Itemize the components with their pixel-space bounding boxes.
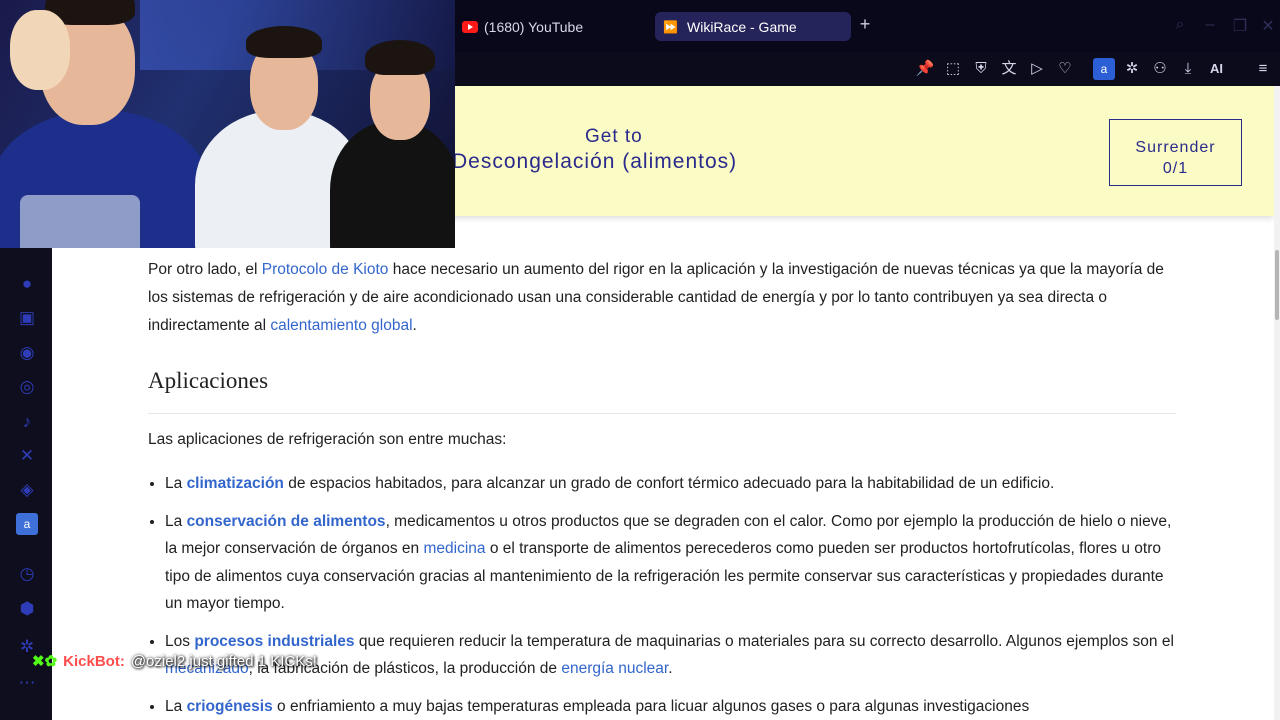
text-span: de espacios habitados, para alcanzar un …: [283, 475, 1055, 492]
x-icon[interactable]: ✕: [16, 445, 38, 467]
heart-icon[interactable]: ♡: [1054, 58, 1076, 80]
download-icon[interactable]: ⤓: [1177, 58, 1199, 80]
text-span: .: [412, 317, 417, 334]
menu-icon[interactable]: ≡: [1252, 58, 1274, 80]
text-span: Los: [165, 632, 195, 650]
more-icon[interactable]: ⋯: [16, 672, 38, 694]
tab-youtube-label: (1680) YouTube: [484, 18, 584, 35]
applications-list: La climatización de espacios habitados, …: [165, 470, 1185, 720]
list-item: La conservación de alimentos, medicament…: [165, 508, 1185, 618]
translate-app-icon[interactable]: a: [16, 513, 38, 535]
text-span: .: [668, 660, 673, 677]
chat-message: ✖✿ KickBot: @oziel2 just gifted 1 KICKs!: [32, 652, 317, 674]
minimize-icon[interactable]: –: [1200, 16, 1220, 34]
pin-icon[interactable]: 📌: [914, 58, 936, 80]
list-item: La climatización de espacios habitados, …: [165, 470, 1185, 498]
section-heading: Aplicaciones: [148, 368, 269, 393]
instagram-icon[interactable]: ◎: [16, 376, 38, 398]
puzzle-icon[interactable]: ✲: [1121, 58, 1143, 80]
screenshot-icon[interactable]: ⬚: [942, 58, 964, 80]
link-energia-nuclear[interactable]: energía nuclear: [561, 660, 668, 677]
surrender-button[interactable]: Surrender 0/1: [1109, 119, 1242, 186]
account-icon[interactable]: ⚇: [1149, 58, 1171, 80]
page-scrollbar[interactable]: [1274, 86, 1280, 720]
webcam-hand: [10, 10, 70, 90]
youtube-icon: [462, 20, 478, 33]
link-medicina[interactable]: medicina: [423, 540, 485, 557]
list-item: Los procesos industriales que requieren …: [165, 628, 1185, 683]
text-span: o enfriamiento a muy bajas temperaturas …: [272, 697, 1030, 715]
new-tab-button[interactable]: +: [855, 14, 875, 38]
kick-gift-icon: ✖✿: [32, 653, 58, 670]
translate-icon[interactable]: 文: [998, 58, 1020, 80]
heading-divider: [148, 413, 1176, 414]
webcam-person-middle-cap: [246, 26, 322, 58]
text-span: La: [165, 475, 187, 492]
play-icon[interactable]: ▷: [1026, 58, 1048, 80]
link-criogenesis[interactable]: criogénesis: [187, 698, 273, 715]
section-intro: Las aplicaciones de refrigeración son en…: [148, 431, 507, 448]
webcam-person-right-hair: [365, 40, 435, 75]
wikirace-icon: ⏩: [663, 19, 678, 34]
text-span: Por otro lado, el: [148, 261, 262, 278]
text-span: La: [165, 512, 187, 530]
search-icon[interactable]: ⌕: [1170, 16, 1190, 34]
chat-text: @oziel2 just gifted 1 KICKs!: [130, 653, 317, 670]
goal-target: Descongelación (alimentos): [452, 150, 738, 173]
whatsapp-icon[interactable]: ◉: [16, 342, 38, 364]
tab-wikirace[interactable]: ⏩ WikiRace - Game: [655, 12, 851, 41]
list-item: La criogénesis o enfriamiento a muy baja…: [165, 693, 1185, 720]
extensions-icon[interactable]: ⬢: [16, 598, 38, 620]
text-span: que requieren reducir la temperatura de …: [354, 632, 1174, 650]
extension-translate-icon[interactable]: a: [1093, 58, 1115, 80]
link-climatizacion[interactable]: climatización: [187, 475, 284, 492]
shield-icon[interactable]: ⛨: [970, 58, 992, 80]
ai-button[interactable]: AI: [1210, 58, 1223, 80]
article-paragraph: Por otro lado, el Protocolo de Kioto hac…: [148, 256, 1178, 340]
clock-icon[interactable]: ◷: [16, 563, 38, 585]
chat-username: KickBot:: [63, 653, 125, 670]
surrender-label: Surrender: [1135, 138, 1216, 156]
webcam-overlay: [0, 0, 455, 248]
link-procesos-industriales[interactable]: procesos industriales: [194, 633, 354, 650]
tab-youtube[interactable]: (1680) YouTube: [462, 12, 642, 41]
tiktok-icon[interactable]: ♪: [16, 411, 38, 433]
tab-wikirace-label: WikiRace - Game: [687, 18, 797, 35]
text-span: La: [165, 697, 187, 715]
messenger-icon[interactable]: ●: [16, 273, 38, 295]
link-protocolo-de-kioto[interactable]: Protocolo de Kioto: [262, 261, 389, 278]
goal-label: Get to: [585, 126, 643, 147]
surrender-count: 0/1: [1162, 159, 1189, 177]
link-conservacion-de-alimentos[interactable]: conservación de alimentos: [187, 513, 386, 530]
scrollbar-thumb[interactable]: [1275, 250, 1279, 320]
maximize-icon[interactable]: ❐: [1230, 16, 1250, 36]
link-calentamiento-global[interactable]: calentamiento global: [270, 317, 412, 334]
discord-icon[interactable]: ◈: [16, 479, 38, 501]
webcam-glass: [20, 195, 140, 248]
close-icon[interactable]: ✕: [1258, 16, 1278, 36]
twitch-icon[interactable]: ▣: [16, 307, 38, 329]
